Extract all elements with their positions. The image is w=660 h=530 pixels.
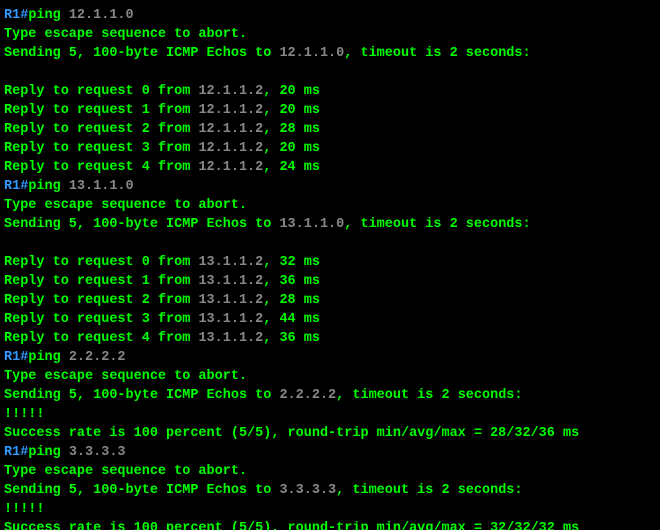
reply-suffix: , 28 ms [263, 293, 320, 308]
prompt: R1# [4, 350, 28, 365]
send-suffix: , timeout is 2 seconds: [336, 483, 522, 498]
send-prefix: Sending 5, 100-byte ICMP Echos to [4, 483, 279, 498]
abort-msg: Type escape sequence to abort. [4, 464, 247, 479]
reply-prefix: Reply to request 2 from [4, 122, 198, 137]
ping-target: 12.1.1.0 [69, 8, 134, 23]
ping-command: ping [28, 8, 69, 23]
send-suffix: , timeout is 2 seconds: [336, 388, 522, 403]
reply-from: 12.1.1.2 [198, 160, 263, 175]
reply-suffix: , 28 ms [263, 122, 320, 137]
reply-prefix: Reply to request 1 from [4, 103, 198, 118]
reply-from: 13.1.1.2 [198, 312, 263, 327]
send-target: 13.1.1.0 [279, 217, 344, 232]
abort-msg: Type escape sequence to abort. [4, 369, 247, 384]
ping-command: ping [28, 350, 69, 365]
reply-prefix: Reply to request 1 from [4, 274, 198, 289]
reply-suffix: , 20 ms [263, 103, 320, 118]
reply-from: 12.1.1.2 [198, 141, 263, 156]
ping-bangs: !!!!! [4, 502, 45, 517]
reply-suffix: , 36 ms [263, 331, 320, 346]
reply-from: 12.1.1.2 [198, 122, 263, 137]
send-target: 2.2.2.2 [279, 388, 336, 403]
reply-from: 13.1.1.2 [198, 331, 263, 346]
reply-suffix: , 36 ms [263, 274, 320, 289]
reply-from: 13.1.1.2 [198, 255, 263, 270]
terminal-output[interactable]: R1#ping 12.1.1.0 Type escape sequence to… [0, 0, 660, 530]
reply-from: 13.1.1.2 [198, 293, 263, 308]
prompt: R1# [4, 445, 28, 460]
ping-target: 2.2.2.2 [69, 350, 126, 365]
reply-from: 12.1.1.2 [198, 84, 263, 99]
send-target: 12.1.1.0 [279, 46, 344, 61]
reply-suffix: , 24 ms [263, 160, 320, 175]
reply-from: 13.1.1.2 [198, 274, 263, 289]
prompt: R1# [4, 8, 28, 23]
reply-prefix: Reply to request 3 from [4, 141, 198, 156]
success-msg: Success rate is 100 percent (5/5), round… [4, 521, 579, 530]
reply-prefix: Reply to request 4 from [4, 331, 198, 346]
ping-target: 3.3.3.3 [69, 445, 126, 460]
success-msg: Success rate is 100 percent (5/5), round… [4, 426, 579, 441]
reply-suffix: , 20 ms [263, 141, 320, 156]
ping-bangs: !!!!! [4, 407, 45, 422]
send-prefix: Sending 5, 100-byte ICMP Echos to [4, 388, 279, 403]
reply-from: 12.1.1.2 [198, 103, 263, 118]
send-suffix: , timeout is 2 seconds: [344, 217, 530, 232]
reply-suffix: , 20 ms [263, 84, 320, 99]
prompt: R1# [4, 179, 28, 194]
abort-msg: Type escape sequence to abort. [4, 27, 247, 42]
send-prefix: Sending 5, 100-byte ICMP Echos to [4, 217, 279, 232]
reply-prefix: Reply to request 0 from [4, 84, 198, 99]
reply-suffix: , 44 ms [263, 312, 320, 327]
reply-prefix: Reply to request 3 from [4, 312, 198, 327]
ping-target: 13.1.1.0 [69, 179, 134, 194]
abort-msg: Type escape sequence to abort. [4, 198, 247, 213]
send-target: 3.3.3.3 [279, 483, 336, 498]
reply-prefix: Reply to request 0 from [4, 255, 198, 270]
ping-command: ping [28, 445, 69, 460]
reply-prefix: Reply to request 4 from [4, 160, 198, 175]
reply-suffix: , 32 ms [263, 255, 320, 270]
send-prefix: Sending 5, 100-byte ICMP Echos to [4, 46, 279, 61]
ping-command: ping [28, 179, 69, 194]
reply-prefix: Reply to request 2 from [4, 293, 198, 308]
send-suffix: , timeout is 2 seconds: [344, 46, 530, 61]
